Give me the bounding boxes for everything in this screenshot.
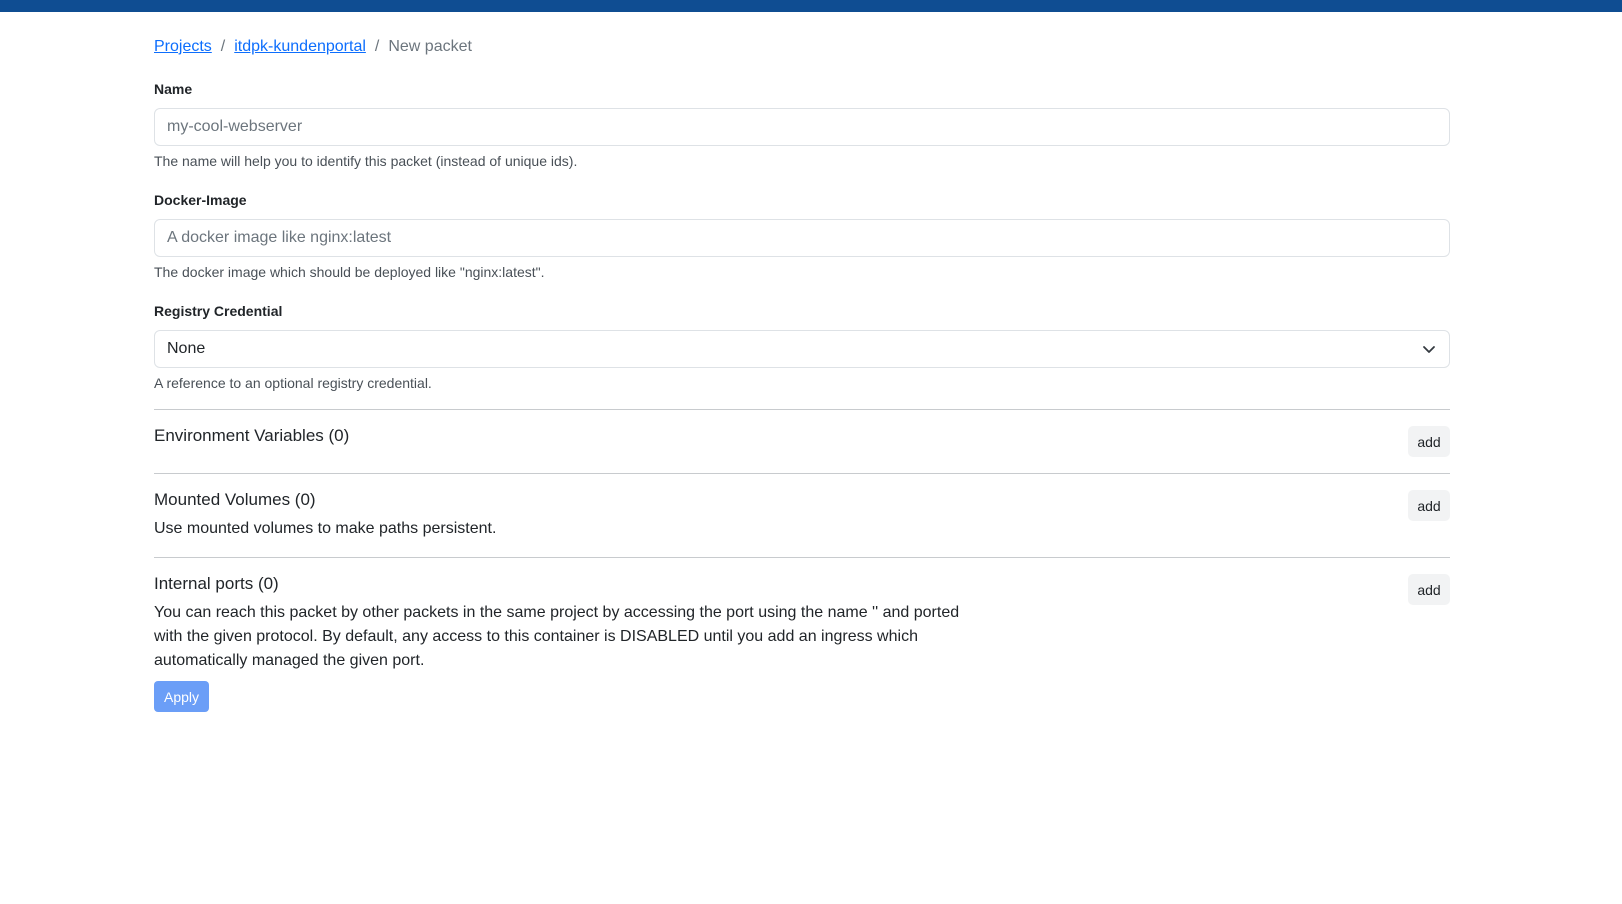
apply-button[interactable]: Apply (154, 681, 209, 712)
registry-credential-selected-value: None (167, 340, 206, 357)
docker-image-help-text: The docker image which should be deploye… (154, 264, 545, 280)
mounted-volumes-title: Mounted Volumes (0) (154, 490, 316, 509)
breadcrumb-project-link[interactable]: itdpk-kundenportal (234, 38, 366, 55)
section-divider (154, 473, 1450, 474)
registry-credential-select[interactable]: None (154, 330, 1450, 368)
breadcrumb: Projects / itdpk-kundenportal / New packet (154, 38, 472, 56)
registry-credential-help-text: A reference to an optional registry cred… (154, 375, 432, 391)
add-env-var-button[interactable]: add (1408, 426, 1450, 457)
internal-ports-description-line: with the given protocol. By default, any… (154, 628, 918, 645)
name-input[interactable] (154, 108, 1450, 146)
breadcrumb-separator: / (374, 38, 380, 55)
internal-ports-description-line: You can reach this packet by other packe… (154, 604, 960, 621)
mounted-volumes-description: Use mounted volumes to make paths persis… (154, 520, 497, 537)
name-help-text: The name will help you to identify this … (154, 153, 578, 169)
env-vars-title: Environment Variables (0) (154, 426, 350, 445)
internal-ports-description-line: automatically managed the given port. (154, 652, 425, 669)
internal-ports-description: You can reach this packet by other packe… (154, 601, 959, 673)
add-port-button[interactable]: add (1408, 574, 1450, 605)
add-volume-button[interactable]: add (1408, 490, 1450, 521)
chevron-down-icon (1423, 346, 1435, 353)
breadcrumb-projects-link[interactable]: Projects (154, 38, 212, 55)
docker-image-input[interactable] (154, 219, 1450, 257)
name-label: Name (154, 81, 193, 97)
breadcrumb-current: New packet (388, 38, 472, 55)
section-divider (154, 557, 1450, 558)
registry-credential-label: Registry Credential (154, 303, 283, 319)
section-divider (154, 409, 1450, 410)
docker-image-label: Docker-Image (154, 192, 247, 208)
breadcrumb-separator: / (220, 38, 226, 55)
internal-ports-title: Internal ports (0) (154, 574, 279, 593)
top-bar (0, 0, 1622, 12)
